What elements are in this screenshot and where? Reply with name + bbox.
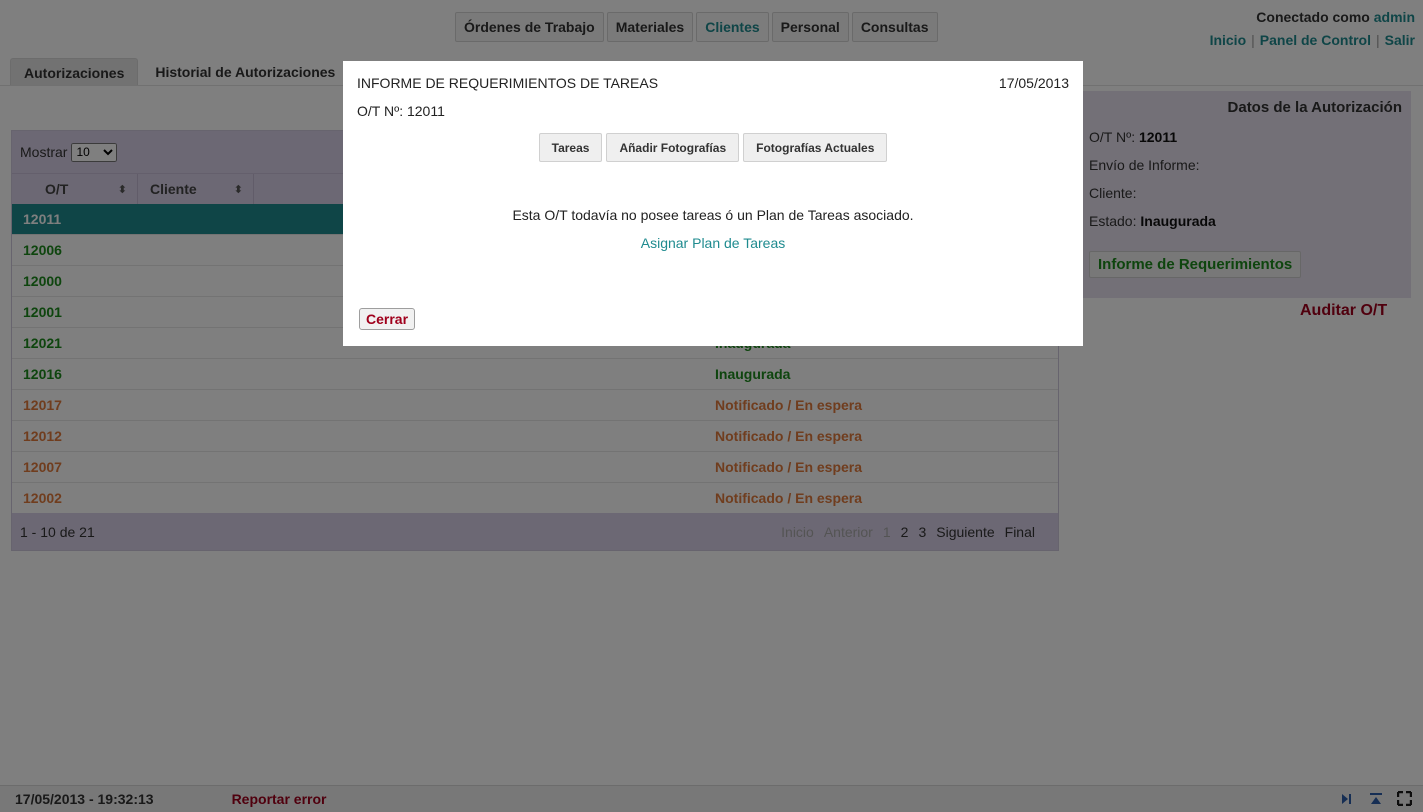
add-photos-button[interactable]: Añadir Fotografías: [606, 133, 740, 162]
close-button[interactable]: Cerrar: [359, 308, 416, 330]
current-photos-button[interactable]: Fotografías Actuales: [743, 133, 888, 162]
requirements-report-dialog: INFORME DE REQUERIMIENTOS DE TAREAS 17/0…: [343, 61, 1083, 346]
dialog-tabs: Tareas Añadir Fotografías Fotografías Ac…: [343, 133, 1083, 162]
tareas-button[interactable]: Tareas: [538, 133, 603, 162]
dialog-message: Esta O/T todavía no posee tareas ó un Pl…: [512, 207, 914, 223]
dialog-title: INFORME DE REQUERIMIENTOS DE TAREAS: [357, 75, 659, 91]
dialog-ot-number: O/T Nº: 12011: [357, 103, 445, 119]
dialog-date: 17/05/2013: [998, 75, 1069, 91]
assign-plan-link[interactable]: Asignar Plan de Tareas: [343, 235, 1083, 251]
